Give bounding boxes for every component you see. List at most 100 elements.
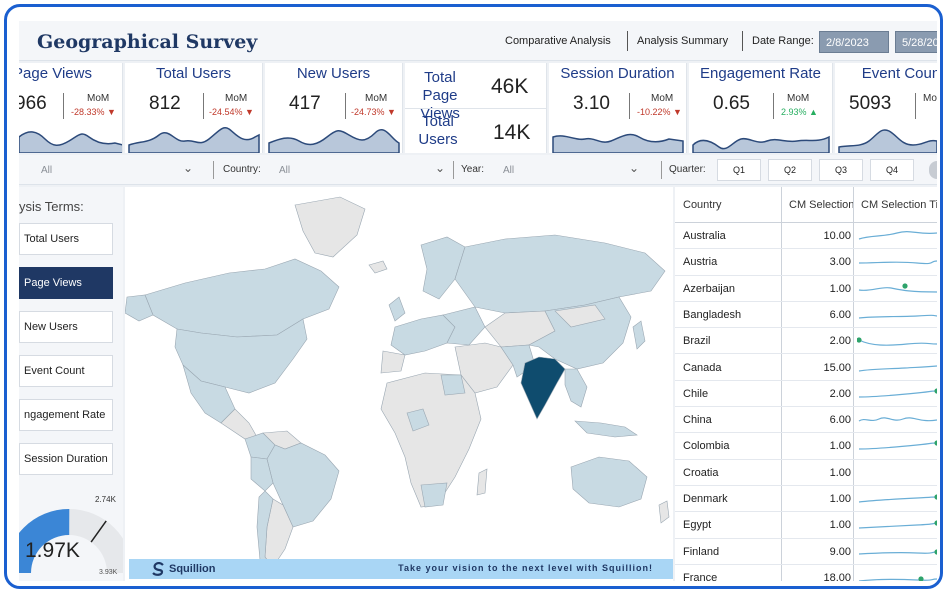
table-row[interactable]: Austria 3.00 bbox=[675, 249, 937, 276]
sparkline-path bbox=[858, 417, 937, 422]
table-row[interactable]: Croatia 1.00 bbox=[675, 460, 937, 486]
indonesia-shape bbox=[574, 420, 638, 438]
table-row[interactable]: Colombia 1.00 bbox=[675, 433, 937, 460]
term-engagement-rate-button[interactable]: ngagement Rate bbox=[19, 399, 113, 431]
squillion-logo-icon bbox=[152, 562, 164, 576]
cell-sparkline bbox=[858, 440, 937, 450]
table-row[interactable]: Denmark 1.00 bbox=[675, 486, 937, 513]
term-total-users-button[interactable]: Total Users bbox=[19, 223, 113, 255]
year-filter-value[interactable]: All bbox=[503, 165, 514, 176]
cell-country: China bbox=[683, 414, 712, 427]
dashboard: Geographical Survey Comparative Analysis… bbox=[19, 21, 937, 581]
kpi-value: 966 bbox=[19, 93, 47, 114]
gauge-target-label: 2.74K bbox=[95, 495, 116, 504]
cell-sparkline bbox=[858, 388, 937, 398]
table-row[interactable]: Australia 10.00 bbox=[675, 223, 937, 250]
world-map-svg bbox=[124, 196, 670, 572]
india-shape bbox=[520, 356, 566, 420]
term-event-count-button[interactable]: Event Count bbox=[19, 355, 113, 387]
sparkline-marker bbox=[934, 494, 937, 500]
new-zealand-shape bbox=[658, 500, 670, 524]
cell-cm-selection: 18.00 bbox=[823, 571, 851, 581]
kpi-divider bbox=[203, 93, 204, 119]
gauge-max-label: 3.93K bbox=[99, 569, 118, 576]
table-row[interactable]: Azerbaijan 1.00 bbox=[675, 276, 937, 302]
kpi-value: 3.10 bbox=[573, 93, 610, 114]
cell-cm-selection: 1.00 bbox=[829, 440, 851, 453]
column-header-country[interactable]: Country bbox=[675, 187, 781, 223]
term-page-views-button[interactable]: Page Views bbox=[19, 267, 113, 299]
australia-shape bbox=[570, 456, 648, 508]
quarter-filter-label: Quarter: bbox=[669, 164, 706, 175]
down-arrow-icon: ▼ bbox=[245, 107, 254, 117]
kpi-total-users: Total Users 812 MoM -24.54% ▼ bbox=[125, 63, 263, 153]
kpi-new-users: New Users 417 MoM -24.73% ▼ bbox=[265, 63, 403, 153]
cell-sparkline bbox=[858, 282, 937, 293]
header-bar: Geographical Survey Comparative Analysis… bbox=[19, 21, 937, 61]
nav-divider bbox=[627, 31, 628, 51]
sparkline bbox=[692, 135, 830, 153]
quarter-q3-button[interactable]: Q3 bbox=[819, 159, 863, 181]
chevron-down-icon[interactable]: ⌄ bbox=[629, 161, 639, 175]
sparkline bbox=[19, 131, 122, 153]
table-row[interactable]: Bangladesh 6.00 bbox=[675, 302, 937, 329]
table-row[interactable]: Egypt 1.00 bbox=[675, 512, 937, 539]
promo-banner[interactable]: Squillion Take your vision to the next l… bbox=[129, 559, 673, 579]
table-row[interactable]: Canada 15.00 bbox=[675, 355, 937, 381]
chevron-down-icon[interactable]: ⌄ bbox=[183, 161, 193, 175]
country-filter-value[interactable]: All bbox=[279, 165, 290, 176]
cell-cm-selection: 1.00 bbox=[829, 466, 851, 479]
table-row[interactable]: Chile 2.00 bbox=[675, 381, 937, 408]
cell-sparkline bbox=[858, 417, 937, 422]
sparkline-marker bbox=[902, 282, 908, 289]
term-new-users-button[interactable]: New Users bbox=[19, 311, 113, 343]
quarter-q4-button[interactable]: Q4 bbox=[870, 159, 914, 181]
sparkline-marker bbox=[934, 388, 937, 394]
total-users-value: 14K bbox=[493, 121, 531, 144]
cell-cm-selection: 2.00 bbox=[829, 387, 851, 400]
chevron-down-icon[interactable]: ⌄ bbox=[435, 161, 445, 175]
canada-shape bbox=[144, 258, 340, 338]
kpi-mom-label: MoM bbox=[365, 93, 388, 104]
sparkline-marker bbox=[934, 520, 937, 526]
kpi-mom-value: -10.22% ▼ bbox=[637, 107, 682, 117]
table-row[interactable]: Finland 9.00 bbox=[675, 539, 937, 565]
date-end-input[interactable]: 5/28/20 bbox=[895, 31, 937, 53]
quarter-q1-button[interactable]: Q1 bbox=[717, 159, 761, 181]
term-session-duration-button[interactable]: Session Duration bbox=[19, 443, 113, 475]
date-start-input[interactable]: 2/8/2023 bbox=[819, 31, 889, 53]
table-row[interactable]: China 6.00 bbox=[675, 407, 937, 434]
sparkline-path bbox=[858, 286, 937, 293]
sparkline bbox=[268, 129, 400, 153]
first-filter-value[interactable]: All bbox=[41, 165, 52, 176]
sparkline-marker bbox=[857, 337, 862, 343]
cell-sparkline bbox=[858, 364, 937, 372]
clear-filter-icon[interactable] bbox=[929, 161, 937, 179]
kpi-title: Session Duration bbox=[560, 65, 675, 82]
madagascar-shape bbox=[476, 468, 488, 496]
quarter-q2-button[interactable]: Q2 bbox=[768, 159, 812, 181]
sparkline-path bbox=[858, 339, 937, 346]
sparkline-path bbox=[858, 314, 937, 319]
kpi-mom-label: MoM bbox=[225, 93, 248, 104]
column-header-cm-selection-time[interactable]: CM Selection Tim bbox=[853, 187, 937, 223]
cell-country: Australia bbox=[683, 230, 726, 242]
cell-country: Chile bbox=[683, 387, 709, 400]
kpi-value: 417 bbox=[289, 93, 321, 114]
sparkline-path bbox=[858, 364, 937, 372]
sparkline-marker bbox=[934, 440, 937, 446]
comparative-analysis-link[interactable]: Comparative Analysis bbox=[505, 35, 611, 47]
table-row[interactable]: France 18.00 bbox=[675, 565, 937, 581]
cell-cm-selection: 6.00 bbox=[829, 308, 851, 321]
table-row[interactable]: Brazil 2.00 bbox=[675, 328, 937, 355]
uk-shape bbox=[388, 296, 406, 322]
total-page-views-value: 46K bbox=[491, 75, 529, 98]
cell-cm-selection: 6.00 bbox=[829, 414, 851, 427]
sparkline-path bbox=[858, 496, 937, 503]
column-header-cm-selection[interactable]: CM Selection bbox=[781, 187, 853, 223]
sparkline-path bbox=[858, 260, 937, 265]
analysis-summary-link[interactable]: Analysis Summary bbox=[637, 35, 728, 47]
kpi-mom-value: -28.33% ▼ bbox=[71, 107, 116, 117]
cell-cm-selection: 1.00 bbox=[829, 493, 851, 505]
iceland-shape bbox=[368, 260, 388, 274]
